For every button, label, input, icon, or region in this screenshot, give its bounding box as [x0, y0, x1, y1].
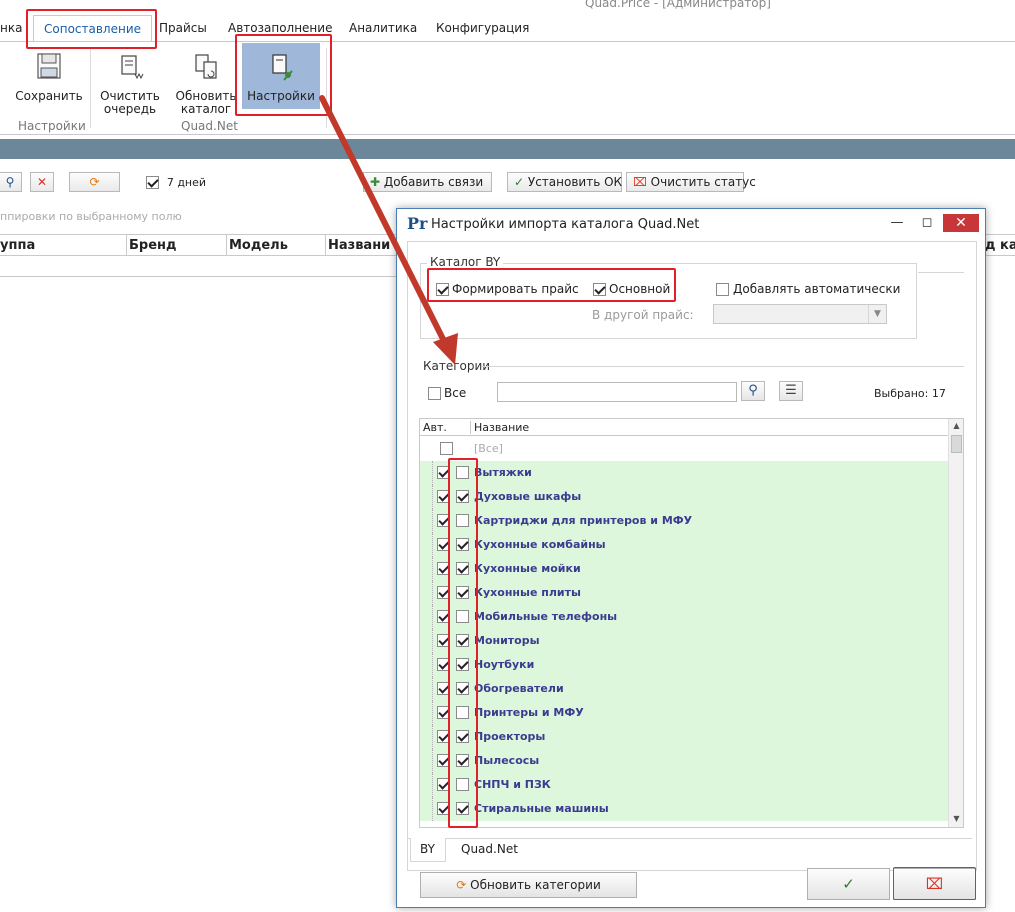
annotation-arrow [319, 95, 458, 365]
